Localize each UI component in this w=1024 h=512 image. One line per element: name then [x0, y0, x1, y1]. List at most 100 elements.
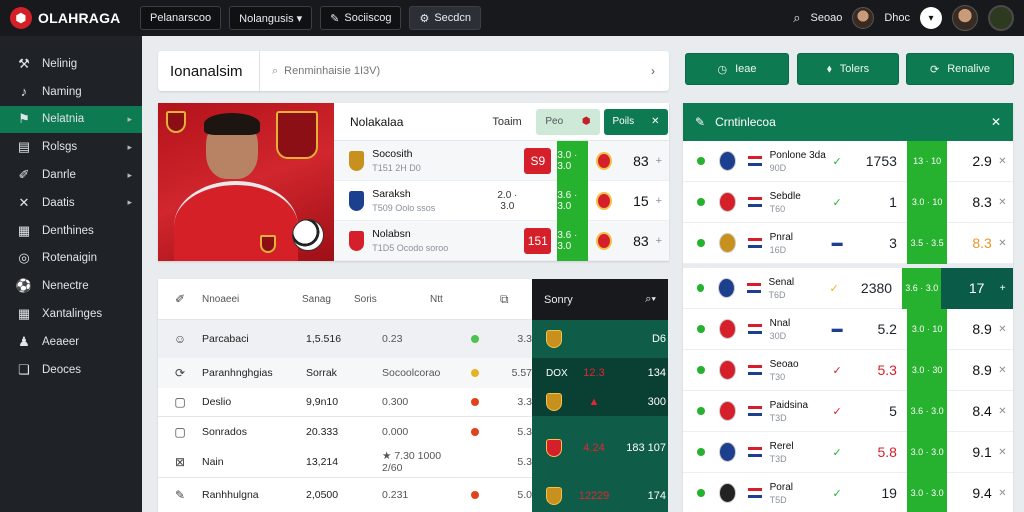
profile-avatar[interactable] [952, 5, 978, 31]
close-icon[interactable]: ✕ [992, 365, 1013, 376]
odds-chip[interactable]: 3.0 · 3.0 [557, 140, 588, 181]
close-icon[interactable]: ✕ [992, 488, 1013, 499]
close-icon[interactable]: ✕ [992, 447, 1013, 458]
sidebar-item[interactable]: ⚽ Nenectre [0, 272, 142, 300]
summary-row[interactable]: DOX 12.3 134 [532, 358, 668, 388]
match-value[interactable]: 8.4 [947, 403, 991, 419]
chevron-right-icon[interactable]: ▸ [127, 197, 132, 208]
odds-chip[interactable]: 3.0 · 10 [906, 181, 948, 223]
close-icon[interactable]: ✕ [992, 406, 1013, 417]
odds-chip[interactable]: 13 · 10 [906, 140, 948, 182]
odds-chip[interactable]: 3.0 · 10 [906, 308, 948, 350]
odds-chip[interactable]: 3.5 · 3.5 [906, 222, 948, 264]
live-match-row[interactable]: Senal T6D ✓ 2380 3.6 · 3.0 17 + [683, 267, 1013, 309]
close-icon[interactable]: ✕ [651, 116, 659, 127]
filter-pill[interactable]: Peo ⬢ [536, 108, 600, 135]
odds-chip[interactable]: 3.0 · 3.0 [906, 472, 948, 512]
search-input[interactable] [284, 65, 615, 77]
match-value[interactable]: 9.1 [947, 444, 991, 460]
search-dropdown-icon[interactable]: ⌕▾ [645, 293, 656, 306]
summary-row[interactable]: D6 [532, 320, 668, 358]
search-icon[interactable]: ⌕ [793, 10, 800, 26]
summary-row[interactable]: ▲ 300 [532, 388, 668, 416]
live-match-row[interactable]: Rerel T3D ✓ 5.8 3.0 · 3.0 9.1 ✕ [683, 431, 1013, 473]
match-value[interactable]: 17 [941, 267, 993, 309]
action-button-3[interactable]: ⟳ Renalive [906, 53, 1014, 85]
live-match-row[interactable]: Ponlone 3da 90D ✓ 1753 13 · 10 2.9 ✕ [683, 140, 1013, 182]
live-match-row[interactable]: Sebdle T60 ✓ 1 3.0 · 10 8.3 ✕ [683, 181, 1013, 223]
plus-icon[interactable]: + [649, 155, 669, 167]
column-header[interactable]: Nnoaeei [202, 294, 302, 305]
top-nav-button-3[interactable]: ✎ Sociiscog [320, 6, 402, 30]
sidebar-item[interactable]: ▦ Xantalinges [0, 300, 142, 328]
close-icon[interactable]: ✕ [992, 156, 1013, 167]
plus-icon[interactable]: + [992, 267, 1013, 309]
plus-icon[interactable]: + [649, 235, 669, 247]
sidebar-item[interactable]: ⚑ Nelatnia ▸ [0, 105, 142, 134]
close-icon[interactable]: ✕ [991, 115, 1001, 129]
score-chip[interactable]: S9 [524, 147, 552, 174]
user-label[interactable]: Dhoc [884, 12, 910, 24]
top-nav-button-1[interactable]: Pelanarscoo [140, 6, 222, 30]
odds-chip[interactable]: 3.0 · 30 [906, 349, 948, 391]
column-header[interactable]: Sanag [302, 294, 354, 305]
match-value[interactable]: 8.3 [947, 194, 991, 210]
match-value[interactable]: 2.9 [947, 153, 991, 169]
live-match-row[interactable]: Pnral 16D ▬ 3 3.5 · 3.5 8.3 ✕ [683, 222, 1013, 264]
column-header[interactable]: Soris [354, 294, 430, 305]
app-logo[interactable]: ⬢ OLAHRAGA [0, 7, 140, 29]
chevron-down-icon[interactable]: ▾ [920, 7, 942, 29]
live-match-row[interactable]: Nnal 30D ▬ 5.2 3.0 · 10 8.9 ✕ [683, 308, 1013, 350]
sidebar-item[interactable]: ◎ Rotenaigin [0, 245, 142, 273]
sidebar-item[interactable]: ▦ Denthines [0, 217, 142, 245]
odds-chip[interactable]: 3.6 · 3.0 [902, 267, 942, 309]
search-label[interactable]: Seoao [811, 12, 843, 24]
live-match-row[interactable]: Paidsina T3D ✓ 5 3.6 · 3.0 8.4 ✕ [683, 390, 1013, 432]
summary-row[interactable]: 12229 174 [532, 480, 668, 512]
avatar[interactable] [852, 7, 875, 29]
sidebar-item[interactable]: ✐ Danrle ▸ [0, 161, 142, 189]
table-row[interactable]: ▢ Deslio 9,9n10 0.300 3.3 [158, 388, 532, 416]
match-value[interactable]: 8.9 [947, 321, 991, 337]
top-nav-dropdown[interactable]: Nolangusis ▾ [229, 6, 313, 30]
odds-chip[interactable]: 3.6 · 3.0 [557, 220, 588, 261]
search-field[interactable]: ⌕ [260, 65, 651, 78]
sidebar-item[interactable]: ♟ Aeaeer [0, 328, 142, 356]
match-value[interactable]: 8.9 [947, 362, 991, 378]
plus-icon[interactable]: + [649, 195, 669, 207]
action-button-2[interactable]: ⬧ Tolers [797, 53, 899, 85]
match-value[interactable]: 8.3 [947, 235, 991, 251]
sidebar-item[interactable]: ✕ Daatis ▸ [0, 189, 142, 217]
live-match-row[interactable]: Seoao T30 ✓ 5.3 3.0 · 30 8.9 ✕ [683, 349, 1013, 391]
close-icon[interactable]: ✕ [992, 324, 1013, 335]
action-button-1[interactable]: ◷ Ieae [685, 53, 789, 85]
fixture-row[interactable]: Nolabsn T1D5 Ocodo soroo 151 3.6 · 3.0 83 + [334, 220, 669, 261]
sidebar-item[interactable]: ⚒ Nelinig [0, 50, 142, 78]
table-row[interactable]: ▢ Sonrados 20.333 0.000 5.3 [158, 416, 532, 447]
table-row[interactable]: ⊠ Nain 13,214 ★ 7.30 1000 2/60 5.3 [158, 447, 532, 477]
match-value[interactable]: 9.4 [947, 485, 991, 501]
close-icon[interactable]: ✕ [992, 238, 1013, 249]
fixture-row[interactable]: Saraksh T509 Oolo ssos 2.0 · 3.0 3.6 · 3.0 1… [334, 180, 669, 221]
odds-chip[interactable]: 3.6 · 3.0 [557, 180, 588, 221]
close-icon[interactable]: ✕ [992, 197, 1013, 208]
chevron-right-icon[interactable]: ▸ [127, 170, 132, 181]
chevron-right-icon[interactable]: ▸ [127, 142, 132, 153]
table-row[interactable]: ✎ Ranhhulgna 2,0500 0.231 5.0 [158, 477, 532, 511]
score-chip[interactable]: 151 [524, 227, 552, 254]
chevron-right-icon[interactable]: › [651, 64, 669, 78]
live-match-row[interactable]: Poral T5D ✓ 19 3.0 · 3.0 9.4 ✕ [683, 472, 1013, 512]
summary-row[interactable]: 4.24 183 107 [532, 416, 668, 480]
column-header[interactable]: Ntt [430, 294, 500, 305]
sidebar-item[interactable]: ♪ Naming [0, 78, 142, 106]
top-nav-button-4[interactable]: ⚙ Secdcn [409, 6, 482, 30]
odds-chip[interactable]: 3.6 · 3.0 [906, 390, 948, 432]
fixture-row[interactable]: Socosith T151 2H D0 S9 3.0 · 3.0 83 + [334, 140, 669, 181]
tab-poils[interactable]: Poils ✕ [604, 108, 668, 135]
odds-chip[interactable]: 3.0 · 3.0 [906, 431, 948, 473]
expand-icon[interactable]: ⧉ [500, 292, 509, 307]
sidebar-item[interactable]: ▤ Rolsgs ▸ [0, 133, 142, 161]
table-row[interactable]: ☺ Parcabaci 1,5.516 0.23 3.3 [158, 320, 532, 358]
table-row[interactable]: ⟳ Paranhnghgias Sorrak Socoolcorao 5.57 [158, 358, 532, 388]
sidebar-item[interactable]: ❏ Deoces [0, 356, 142, 384]
